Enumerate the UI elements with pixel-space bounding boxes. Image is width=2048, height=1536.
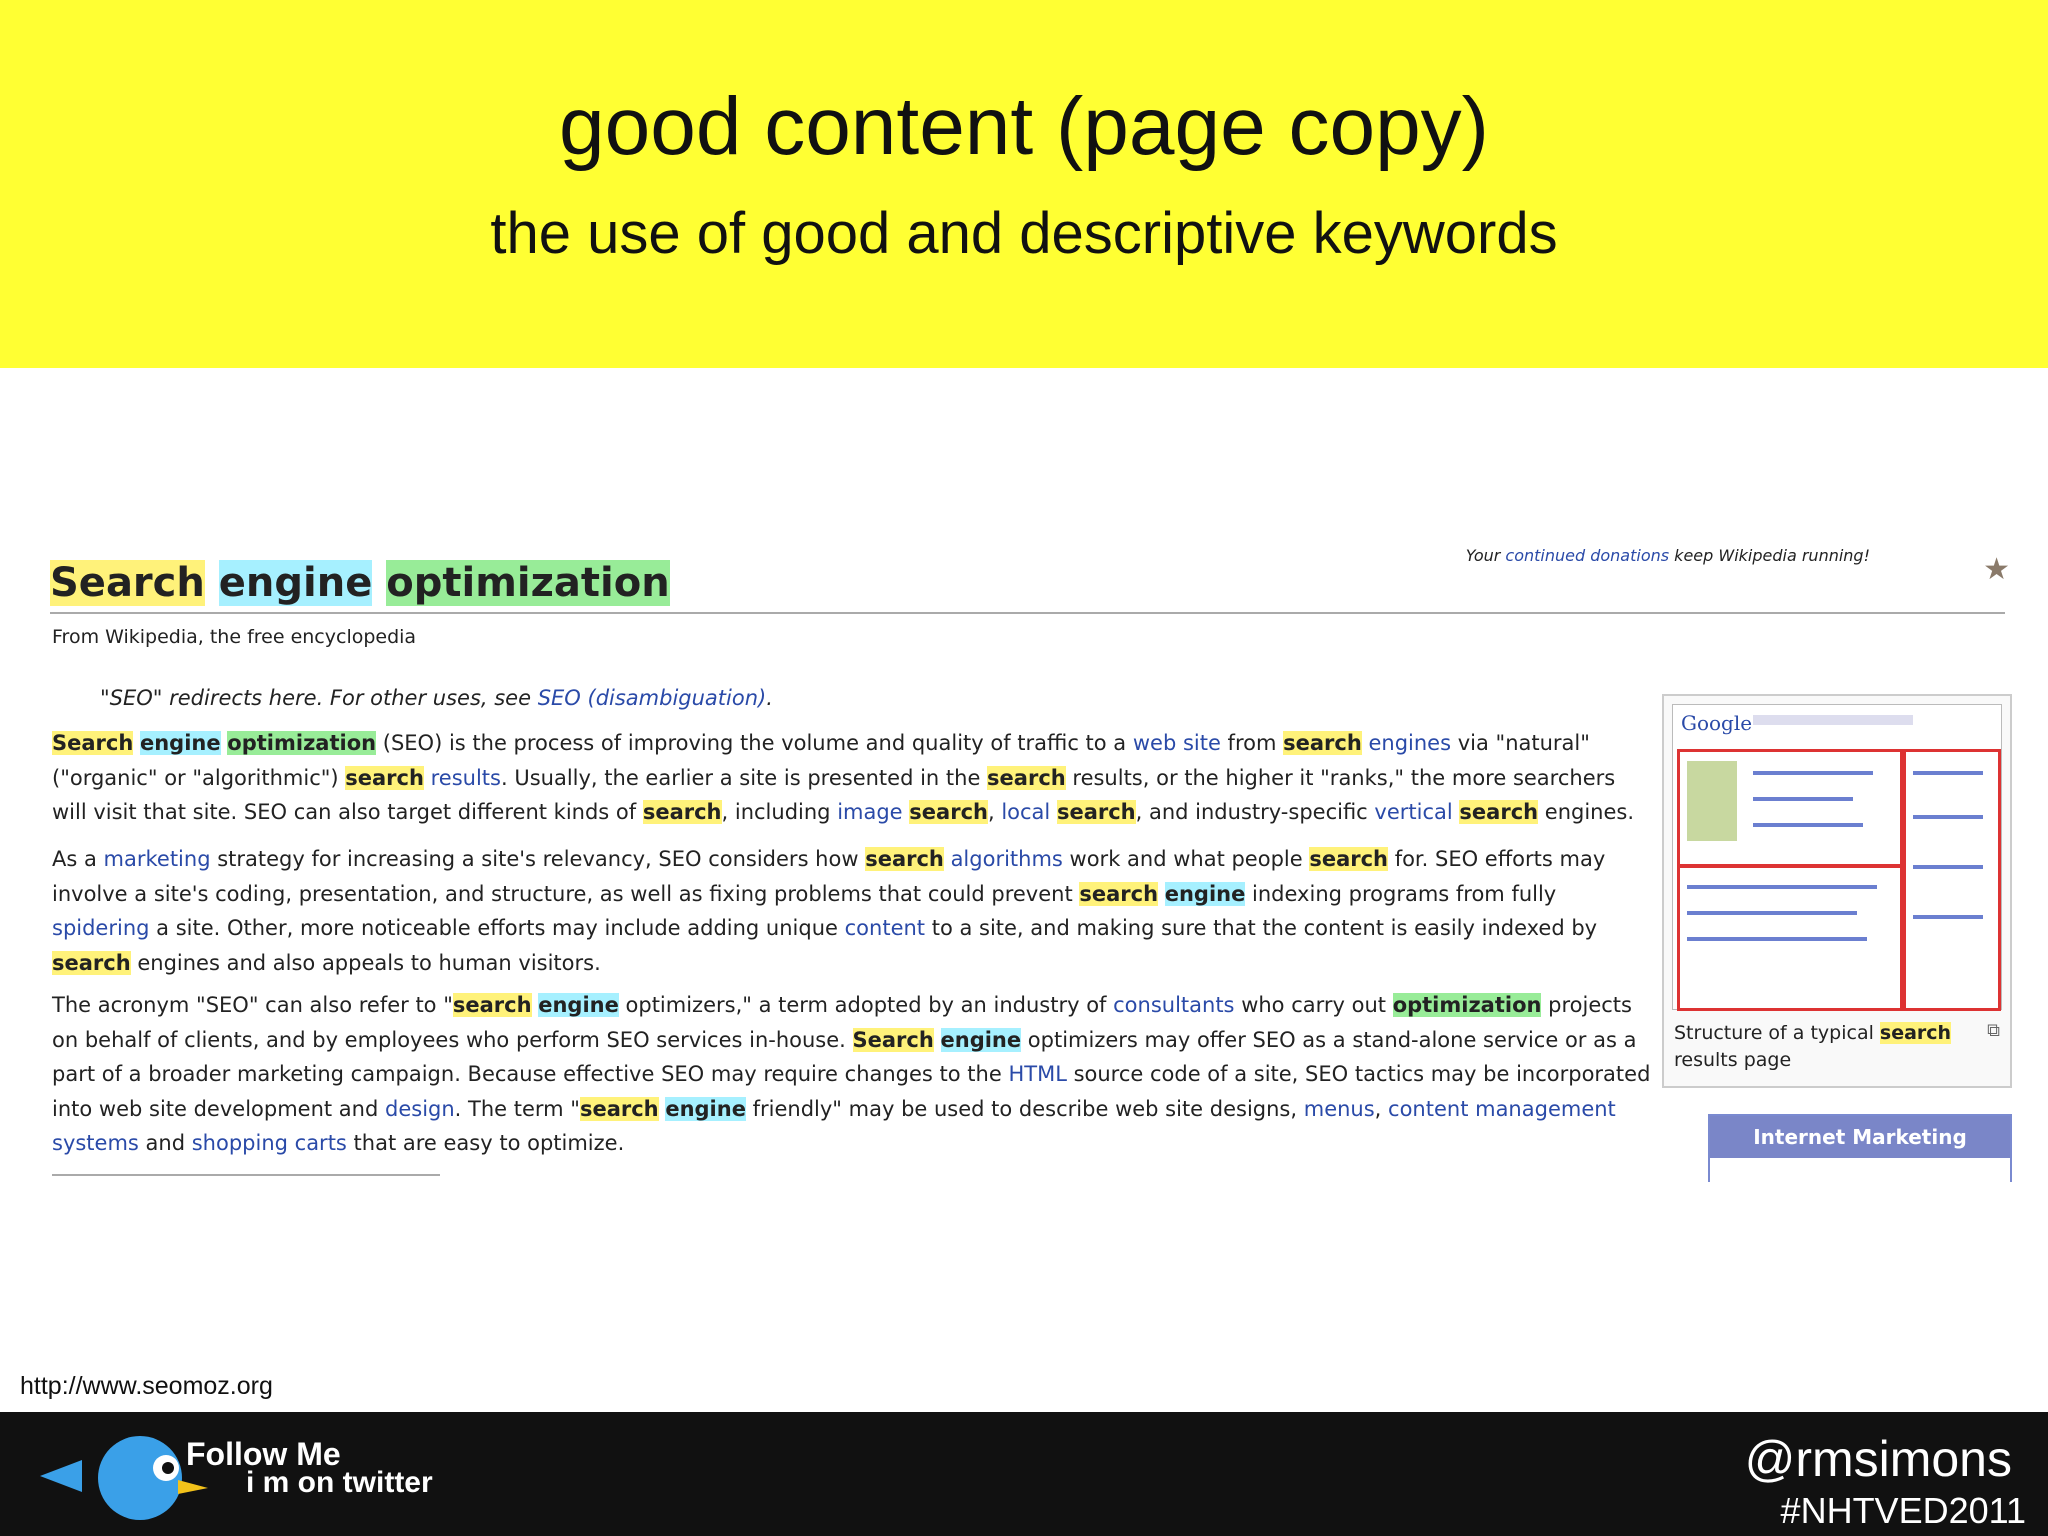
star-icon[interactable]: ★ [1983,552,2010,587]
link-menus[interactable]: menus [1304,1097,1375,1121]
ads-region [1903,749,2001,1011]
link-local[interactable]: local [1001,800,1050,824]
article-tagline: From Wikipedia, the free encyclopedia [52,626,417,648]
result-line [1687,937,1867,941]
navbox-title[interactable]: Internet Marketing [1710,1116,2010,1158]
result-line [1753,797,1853,801]
paragraph-1: Search engine optimization (SEO) is the … [52,731,1635,824]
link-html[interactable]: HTML [1008,1062,1066,1086]
link-engines[interactable]: engines [1368,731,1451,755]
paragraph-3: The acronym "SEO" can also refer to "sea… [52,993,1651,1155]
ad-line [1913,915,1983,919]
donations-link[interactable]: continued donations [1505,546,1669,565]
link-spidering[interactable]: spidering [52,916,149,940]
search-bar-graphic [1753,715,1913,725]
result-line [1753,823,1863,827]
thumbnail-figure: Google Structure of a typical search res… [1662,694,2012,1088]
link-web-site[interactable]: web site [1133,731,1221,755]
section-rule [52,1174,440,1176]
thumbnail-caption: Structure of a typical search results pa… [1674,1022,1952,1071]
ad-line [1913,815,1983,819]
source-url: http://www.seomoz.org [20,1372,273,1400]
slide-title: good content (page copy) [559,81,1489,172]
result-line [1687,885,1877,889]
navbox: Internet Marketing [1708,1114,2012,1182]
link-vertical[interactable]: vertical [1374,800,1452,824]
link-marketing[interactable]: marketing [104,847,211,871]
title-banner [0,0,2048,368]
google-logo: Google [1681,711,1753,735]
article-title: Search engine optimization [50,560,670,606]
slide-subtitle: the use of good and descriptive keywords [490,201,1558,266]
title-rule [50,612,2005,614]
donation-notice: Your continued donations keep Wikipedia … [1465,546,1870,565]
paragraph-2: As a marketing strategy for increasing a… [52,847,1606,975]
link-shopping-carts[interactable]: shopping carts [192,1131,347,1155]
link-image[interactable]: image [837,800,902,824]
result-line [1687,911,1857,915]
result-line [1753,771,1873,775]
event-hashtag: #NHTVED2011 [1780,1490,2026,1531]
link-design[interactable]: design [385,1097,455,1121]
ad-line [1913,771,1983,775]
twitter-handle[interactable]: @rmsimons [1745,1430,2012,1488]
wikipedia-screenshot: Your continued donations keep Wikipedia … [50,540,2012,1182]
twitter-text[interactable]: i m on twitter [246,1466,433,1500]
link-algorithms[interactable]: algorithms [951,847,1063,871]
disambiguation-link[interactable]: SEO (disambiguation) [538,686,767,710]
link-content[interactable]: content [845,916,925,940]
ad-line [1913,865,1983,869]
enlarge-icon[interactable]: ⧉ [1987,1020,2000,1041]
link-results[interactable]: results [431,766,501,790]
serp-thumbnail[interactable]: Google [1672,704,2002,1011]
map-graphic [1687,761,1737,841]
redirect-note: "SEO" redirects here. For other uses, se… [100,686,773,710]
link-consultants[interactable]: consultants [1113,993,1234,1017]
